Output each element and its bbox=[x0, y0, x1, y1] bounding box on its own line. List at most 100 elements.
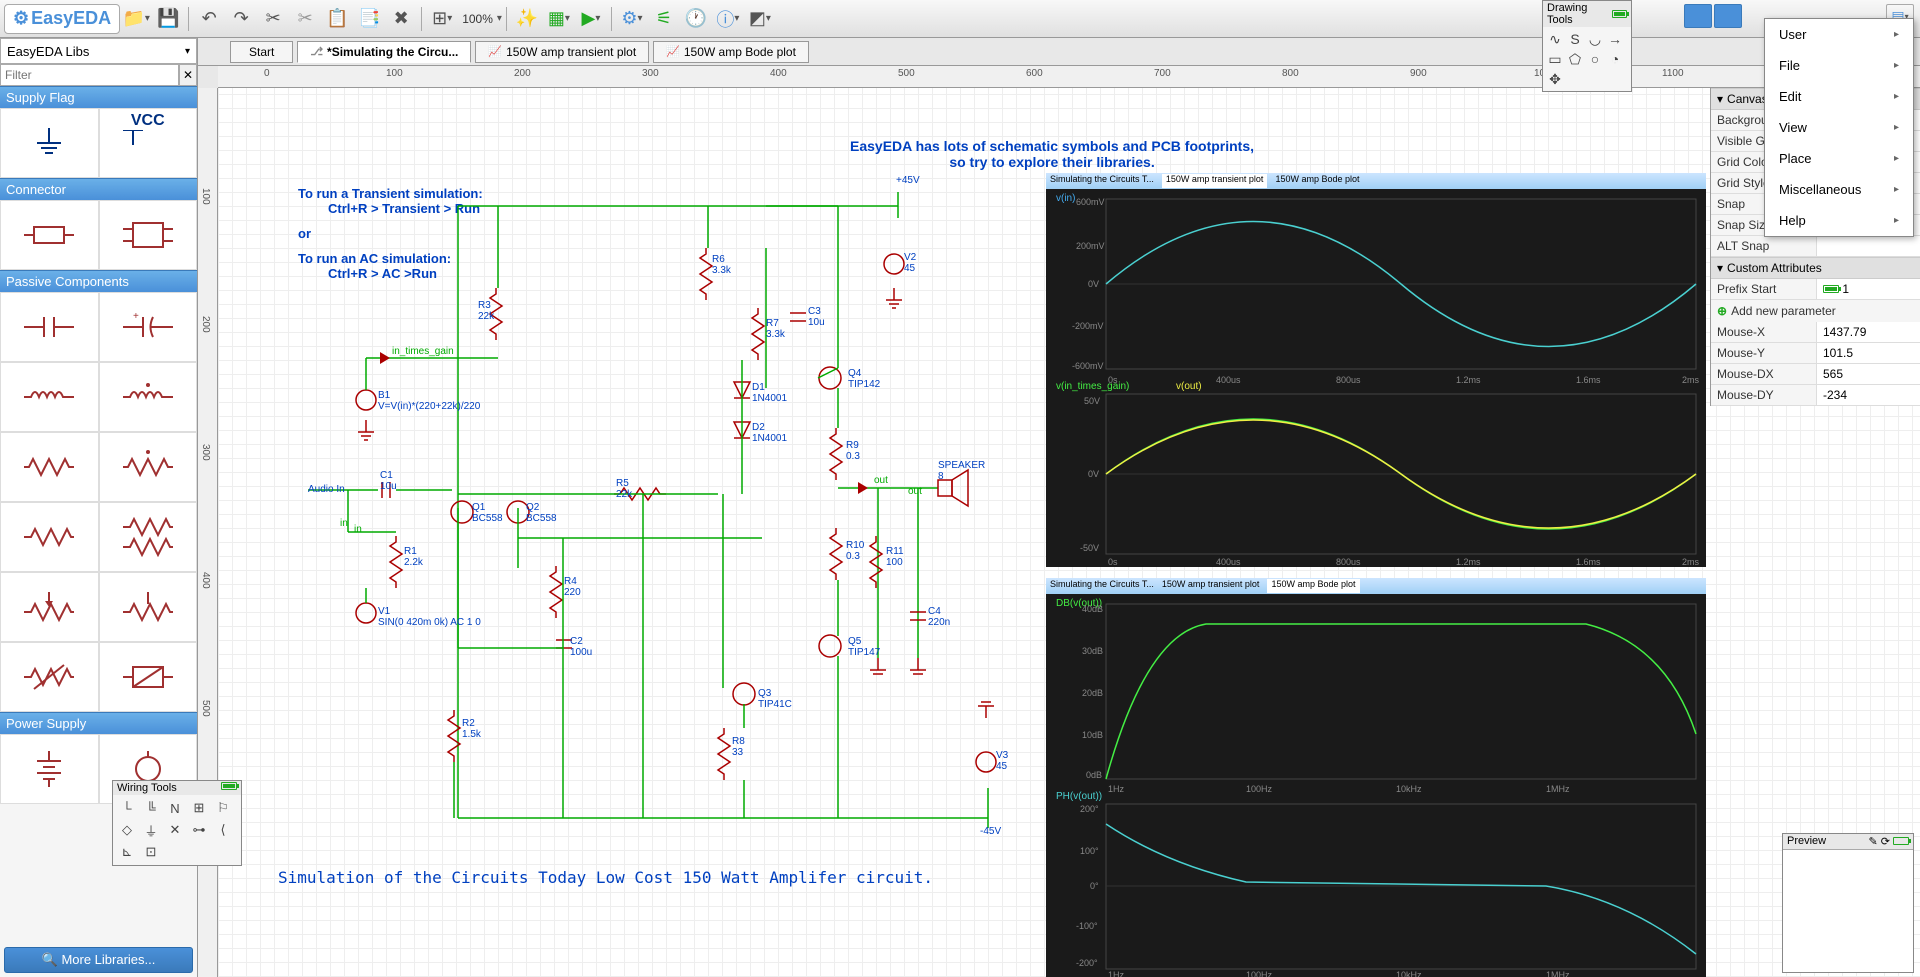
component-connector-2[interactable] bbox=[99, 200, 198, 270]
menu-place[interactable]: Place▸ bbox=[1765, 143, 1913, 174]
canvas[interactable]: EasyEDA has lots of schematic symbols an… bbox=[218, 88, 1920, 977]
component-resistor2[interactable] bbox=[99, 502, 198, 572]
logo[interactable]: ⚙EasyEDA bbox=[4, 4, 120, 34]
component-inductor4[interactable] bbox=[99, 432, 198, 502]
paste-button[interactable]: 📋 bbox=[322, 4, 352, 34]
menu-edit[interactable]: Edit▸ bbox=[1765, 81, 1913, 112]
component-capacitor[interactable] bbox=[0, 292, 99, 362]
netport-tool[interactable]: ⊞ bbox=[187, 797, 211, 819]
arc-tool[interactable]: ◡ bbox=[1585, 29, 1605, 49]
theme-button[interactable]: ◩▾ bbox=[745, 4, 775, 34]
component-gnd[interactable] bbox=[0, 108, 99, 178]
wizard-button[interactable]: ✨ bbox=[512, 4, 542, 34]
polygon-tool[interactable]: ⬠ bbox=[1565, 49, 1585, 69]
menu-user[interactable]: User▸ bbox=[1765, 19, 1913, 50]
tab-start[interactable]: Start bbox=[230, 41, 293, 63]
power-tool[interactable]: ◇ bbox=[115, 819, 139, 841]
component-vcc[interactable]: VCC bbox=[99, 108, 198, 178]
libs-header[interactable]: EasyEDA Libs▾ bbox=[0, 38, 197, 64]
component-resistor1[interactable] bbox=[0, 502, 99, 572]
pie-tool[interactable]: ◔ bbox=[1605, 49, 1625, 69]
component-inductor2[interactable] bbox=[99, 362, 198, 432]
svg-text:800us: 800us bbox=[1336, 375, 1361, 385]
delete-button[interactable]: ✖ bbox=[386, 4, 416, 34]
filter-clear[interactable]: ✕ bbox=[179, 64, 197, 86]
label-c1: C1 10u bbox=[380, 470, 397, 492]
noconnect-tool[interactable]: ✕ bbox=[163, 819, 187, 841]
component-varistor[interactable] bbox=[0, 642, 99, 712]
wire-tool[interactable]: └ bbox=[115, 797, 139, 819]
probe-tool[interactable]: ⊾ bbox=[115, 841, 139, 863]
filter-input[interactable] bbox=[0, 64, 179, 86]
tool-panel-1[interactable] bbox=[1684, 4, 1712, 28]
menu-file[interactable]: File▸ bbox=[1765, 50, 1913, 81]
category-passive[interactable]: Passive Components bbox=[0, 270, 197, 292]
bezier-tool[interactable]: S bbox=[1565, 29, 1585, 49]
run-button[interactable]: ▶▾ bbox=[576, 4, 606, 34]
netflag-tool[interactable]: ⚐ bbox=[211, 797, 235, 819]
clone-button[interactable]: 📑 bbox=[354, 4, 384, 34]
svg-text:1MHz: 1MHz bbox=[1546, 970, 1570, 977]
label-v2: V2 45 bbox=[904, 252, 916, 274]
preview-panel[interactable]: Preview✎ ⟳ bbox=[1782, 833, 1914, 973]
arrow-tool[interactable]: → bbox=[1605, 29, 1625, 49]
pcb-button[interactable]: ▦▾ bbox=[544, 4, 574, 34]
ellipse-tool[interactable]: ○ bbox=[1585, 49, 1605, 69]
info-button[interactable]: ⓘ▾ bbox=[713, 4, 743, 34]
component-pot1[interactable] bbox=[0, 572, 99, 642]
menu-misc[interactable]: Miscellaneous▸ bbox=[1765, 174, 1913, 205]
label-q4: Q4 TIP142 bbox=[848, 368, 880, 390]
settings-button[interactable]: ⚙▾ bbox=[617, 4, 647, 34]
history-button[interactable]: 🕐 bbox=[681, 4, 711, 34]
svg-text:10kHz: 10kHz bbox=[1396, 970, 1422, 977]
more-libraries-button[interactable]: 🔍 More Libraries... bbox=[4, 947, 193, 973]
pin-tool[interactable]: ⊡ bbox=[139, 841, 163, 863]
tab-bode[interactable]: 📈150W amp Bode plot bbox=[653, 41, 809, 63]
menu-help[interactable]: Help▸ bbox=[1765, 205, 1913, 236]
tool-panel-2[interactable] bbox=[1714, 4, 1742, 28]
category-supply-flag[interactable]: Supply Flag bbox=[0, 86, 197, 108]
mouse-x-value: 1437.79 bbox=[1816, 322, 1920, 342]
component-fuse[interactable] bbox=[99, 642, 198, 712]
ground-tool[interactable]: ⏚ bbox=[139, 819, 163, 841]
menu-view[interactable]: View▸ bbox=[1765, 112, 1913, 143]
label-minus45v: -45V bbox=[980, 826, 1001, 837]
custom-attributes-header[interactable]: ▾ Custom Attributes bbox=[1711, 257, 1920, 279]
chevron-right-icon: ▸ bbox=[1894, 215, 1899, 226]
component-inductor3[interactable] bbox=[0, 432, 99, 502]
share-button[interactable]: ⚟ bbox=[649, 4, 679, 34]
save-button[interactable]: 💾 bbox=[153, 4, 183, 34]
wiring-tools-palette[interactable]: Wiring Tools └ ╚ N ⊞ ⚐ ◇ ⏚ ✕ ⊶ ⟨ ⊾ ⊡ bbox=[112, 780, 242, 866]
busent-tool[interactable]: ⟨ bbox=[211, 819, 235, 841]
component-inductor1[interactable] bbox=[0, 362, 99, 432]
junction-tool[interactable]: ⊶ bbox=[187, 819, 211, 841]
category-connector[interactable]: Connector bbox=[0, 178, 197, 200]
redo-button[interactable]: ↷ bbox=[226, 4, 256, 34]
line-tool[interactable]: ∿ bbox=[1545, 29, 1565, 49]
tool-selector bbox=[1684, 4, 1742, 28]
label-r4: R4 220 bbox=[564, 576, 581, 598]
label-r1: R1 2.2k bbox=[404, 546, 423, 568]
cut-button[interactable]: ✂ bbox=[258, 4, 288, 34]
tab-transient[interactable]: 📈150W amp transient plot bbox=[475, 41, 649, 63]
netlabel-tool[interactable]: N bbox=[163, 797, 187, 819]
component-pot2[interactable] bbox=[99, 572, 198, 642]
rect-tool[interactable]: ▭ bbox=[1545, 49, 1565, 69]
plus-icon: ⊕ bbox=[1717, 304, 1727, 318]
tab-simulating[interactable]: ⎇*Simulating the Circu... bbox=[297, 41, 471, 63]
copy-button[interactable]: ✂ bbox=[290, 4, 320, 34]
component-capacitor-pol[interactable]: + bbox=[99, 292, 198, 362]
category-power-supply[interactable]: Power Supply bbox=[0, 712, 197, 734]
add-parameter-button[interactable]: ⊕Add new parameter bbox=[1711, 300, 1920, 322]
zoom-level[interactable]: 100% bbox=[458, 12, 497, 26]
component-connector-1[interactable] bbox=[0, 200, 99, 270]
chevron-right-icon: ▸ bbox=[1894, 184, 1899, 195]
component-battery[interactable] bbox=[0, 734, 99, 804]
move-tool[interactable]: ✥ bbox=[1545, 69, 1565, 89]
align-button[interactable]: ⊞▾ bbox=[427, 4, 457, 34]
open-button[interactable]: 📁▾ bbox=[121, 4, 151, 34]
bus-tool[interactable]: ╚ bbox=[139, 797, 163, 819]
drawing-tools-palette[interactable]: Drawing Tools ∿ S ◡ → ▭ ⬠ ○ ◔ ✥ bbox=[1542, 0, 1632, 92]
undo-button[interactable]: ↶ bbox=[194, 4, 224, 34]
label-in: in bbox=[340, 518, 348, 529]
